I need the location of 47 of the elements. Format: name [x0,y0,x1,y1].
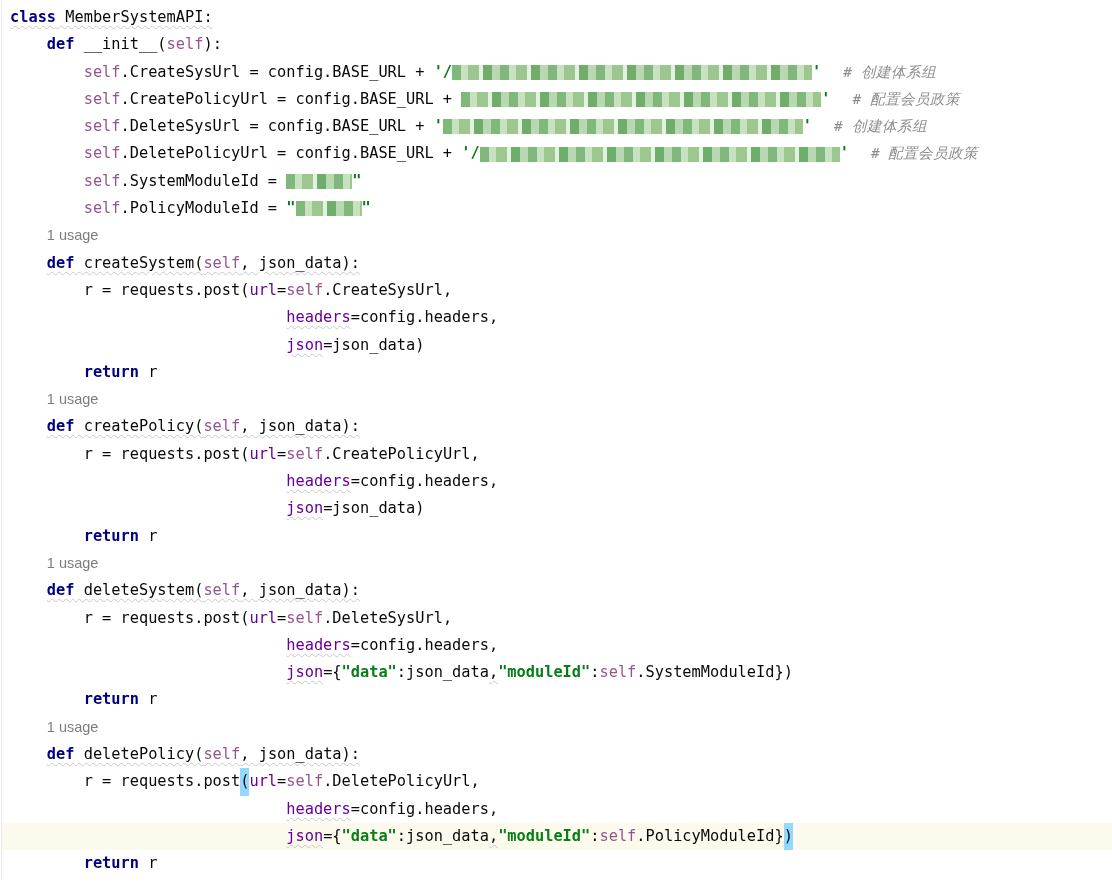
usage-hint[interactable]: 1 usage [46,549,99,578]
usage-hint[interactable]: 1 usage [46,713,99,741]
code-text: r = requests.post(url=self.DeleteSysUrl, [83,607,453,629]
code-text: return r [83,525,158,547]
code-text: return r [83,689,158,711]
code-text: r = requests.post [83,771,241,793]
code-text: class MemberSystemAPI: [10,7,213,28]
code-text: def __init__(self): [46,34,222,56]
code-text: ' [839,143,849,165]
code-text: json={"data":json_data,"moduleId":self.SystemModuleId}) [286,662,793,684]
code-text: return r [83,361,158,383]
code-text: r = requests.post(url=self.CreateSysUrl, [83,279,453,301]
code-text: self.DeleteSysUrl = config.BASE_URL + ' [83,116,443,138]
code-comment: # 创建体系组 [843,62,936,82]
code-text: self.CreatePolicyUrl = config.BASE_URL + [83,88,454,110]
matched-bracket: ( [240,768,250,796]
redacted-drawing [286,173,353,189]
usage-hint[interactable]: 1 usage [46,386,99,414]
code-text: url=self.DeletePolicyUrl, [249,771,480,793]
code-text: json=json_data) [286,334,425,356]
code-text: def createPolicy(self, json_data): [46,416,360,438]
code-text: def deletePolicy(self, json_data): [46,744,360,765]
code-text: self.SystemModuleId = [83,170,279,192]
code-text: json=json_data) [286,498,425,520]
matched-bracket: ) [783,822,793,851]
code-comment: # 配置会员政策 [852,89,960,109]
code-text: return r [83,853,158,875]
code-text: ' [821,88,831,110]
code-text: self.PolicyModuleId = " [83,198,296,220]
code-text: self.CreateSysUrl = config.BASE_URL + '/ [83,61,453,83]
code-text: ' [812,61,822,83]
code-text: headers=config.headers, [286,307,499,329]
code-text: def deleteSystem(self, json_data): [46,580,360,602]
code-text: def createSystem(self, json_data): [46,252,360,274]
code-text: " [352,170,362,192]
code-text: ' [802,116,813,138]
usage-hint[interactable]: 1 usage [46,222,99,250]
code-text: headers=config.headers, [286,634,499,656]
code-text: r = requests.post(url=self.CreatePolicyUrl, [83,443,480,465]
code-text: headers=config.headers, [286,471,499,493]
code-text: self.DeletePolicyUrl = config.BASE_URL + '/ [83,143,480,165]
code-text: headers=config.headers, [286,798,499,820]
code-comment: # 配置会员政策 [870,144,979,164]
code-comment: # 创建体系组 [834,117,927,137]
code-text: " [361,198,371,220]
code-text: json={"data":json_data,"moduleId":self.PolicyModuleId} [286,825,784,847]
redacted-drawing [295,201,362,217]
